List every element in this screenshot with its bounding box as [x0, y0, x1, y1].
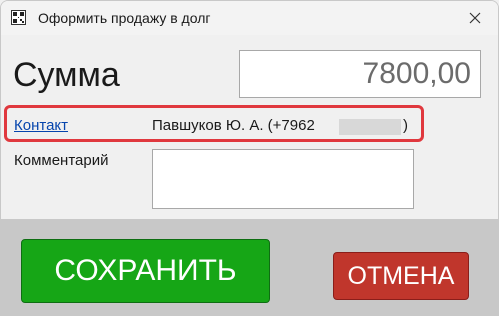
amount-field[interactable]: 7800,00 [239, 50, 481, 98]
dialog-window: Оформить продажу в долг Сумма 7800,00 Ко… [0, 0, 499, 316]
contact-link[interactable]: Контакт [14, 117, 68, 134]
contact-close-paren: ) [403, 117, 408, 134]
window-title: Оформить продажу в долг [38, 10, 211, 26]
redacted-phone [339, 119, 401, 135]
contact-name: Павшуков Ю. А. (+7962 [152, 117, 315, 134]
close-icon [469, 12, 481, 24]
qr-code-icon [11, 10, 26, 25]
comment-label: Комментарий [14, 152, 109, 169]
save-button[interactable]: СОХРАНИТЬ [21, 239, 270, 303]
title-bar: Оформить продажу в долг [1, 1, 498, 35]
close-button[interactable] [452, 1, 498, 35]
form-area: Сумма 7800,00 Контакт Павшуков Ю. А. (+7… [1, 35, 498, 219]
comment-field[interactable] [152, 149, 414, 209]
button-bar: СОХРАНИТЬ ОТМЕНА [1, 219, 498, 315]
sum-label: Сумма [13, 56, 120, 94]
cancel-button[interactable]: ОТМЕНА [333, 252, 469, 300]
